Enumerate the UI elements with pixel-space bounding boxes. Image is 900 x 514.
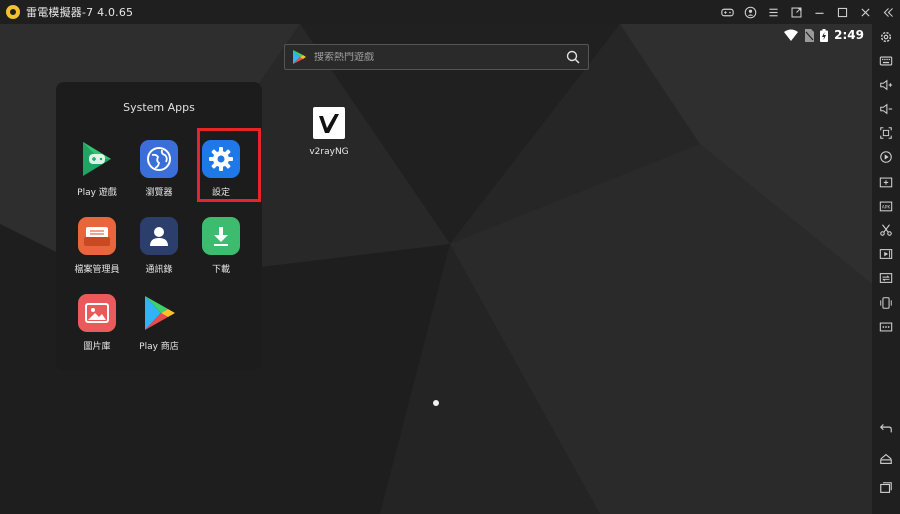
recent-apps-icon[interactable] xyxy=(878,480,894,496)
contacts-icon xyxy=(140,217,178,255)
page-indicator-dot xyxy=(433,400,439,406)
title-bar: 雷電模擬器-7 4.0.65 xyxy=(0,0,900,24)
menu-icon[interactable] xyxy=(762,0,785,24)
add-app-icon[interactable] xyxy=(878,174,894,190)
app-label: Play 遊戲 xyxy=(77,188,117,198)
app-label: 瀏覽器 xyxy=(145,188,173,198)
gallery-icon xyxy=(78,294,116,332)
minimize-icon[interactable] xyxy=(808,0,831,24)
scissors-icon[interactable] xyxy=(878,222,894,238)
keyboard-icon[interactable] xyxy=(878,53,894,69)
search-input[interactable] xyxy=(314,51,566,63)
app-browser[interactable]: 瀏覽器 xyxy=(128,140,190,198)
more-icon[interactable] xyxy=(878,319,894,335)
video-icon[interactable] xyxy=(878,246,894,262)
android-screen[interactable]: 2:49 v2rayNG System Apps xyxy=(0,24,872,514)
search-icon[interactable] xyxy=(566,50,580,64)
fullscreen-icon[interactable] xyxy=(878,125,894,141)
no-sim-icon xyxy=(805,28,815,42)
account-icon[interactable] xyxy=(739,0,762,24)
emulator-window: 雷電模擬器-7 4.0.65 2:49 搜索熱門遊戲 v2rayNG Syste… xyxy=(0,0,900,514)
app-settings[interactable]: 設定 xyxy=(190,128,261,202)
window-title: 雷電模擬器-7 4.0.65 xyxy=(26,6,134,19)
external-window-icon[interactable] xyxy=(785,0,808,24)
app-play-games[interactable]: Play 遊戲 xyxy=(66,140,128,198)
app-label: 下載 xyxy=(211,265,230,275)
app-label: 圖片庫 xyxy=(83,342,111,352)
app-download[interactable]: 下載 xyxy=(190,217,252,275)
download-icon xyxy=(202,217,240,255)
app-label: 檔案管理員 xyxy=(74,265,120,275)
app-play-store[interactable]: Play 商店 xyxy=(128,294,190,352)
play-store-icon xyxy=(140,294,178,332)
status-bar: 2:49 xyxy=(784,26,864,44)
settings-gear-icon xyxy=(202,140,240,178)
settings-icon[interactable] xyxy=(878,29,894,45)
desktop-app-label: v2rayNG xyxy=(309,147,349,157)
desktop-app-v2rayng[interactable]: v2rayNG xyxy=(308,107,350,157)
app-contacts[interactable]: 通訊錄 xyxy=(128,217,190,275)
app-label: Play 商店 xyxy=(139,342,179,352)
ldplayer-logo-icon xyxy=(6,5,20,19)
app-label: 設定 xyxy=(211,188,230,198)
volume-up-icon[interactable] xyxy=(878,77,894,93)
play-store-small-icon xyxy=(293,50,306,64)
battery-icon xyxy=(820,28,829,42)
sync-icon[interactable] xyxy=(878,270,894,286)
home-icon[interactable] xyxy=(878,451,894,467)
back-icon[interactable] xyxy=(878,420,894,436)
app-label: 通訊錄 xyxy=(145,265,173,275)
shake-icon[interactable] xyxy=(878,295,894,311)
play-games-icon xyxy=(78,140,116,178)
app-file-manager[interactable]: 檔案管理員 xyxy=(66,217,128,275)
wifi-icon xyxy=(784,29,799,41)
search-bar[interactable] xyxy=(284,44,589,70)
status-time: 2:49 xyxy=(834,28,864,42)
gamepad-icon[interactable] xyxy=(716,0,739,24)
close-icon[interactable] xyxy=(854,0,877,24)
folder-title: System Apps xyxy=(123,101,195,114)
volume-down-icon[interactable] xyxy=(878,101,894,117)
apk-icon[interactable]: APK xyxy=(878,198,894,214)
v2rayng-icon xyxy=(313,107,345,139)
browser-icon xyxy=(140,140,178,178)
collapse-sidebar-icon[interactable] xyxy=(877,0,900,24)
maximize-icon[interactable] xyxy=(831,0,854,24)
system-apps-folder: System Apps Play 遊戲 瀏覽器 設定 檔案管理員 通訊錄 下載 … xyxy=(56,82,262,370)
file-manager-icon xyxy=(78,217,116,255)
record-icon[interactable] xyxy=(878,149,894,165)
emulator-toolbar: APK xyxy=(872,24,900,514)
svg-text:APK: APK xyxy=(882,205,891,211)
app-gallery[interactable]: 圖片庫 xyxy=(66,294,128,352)
